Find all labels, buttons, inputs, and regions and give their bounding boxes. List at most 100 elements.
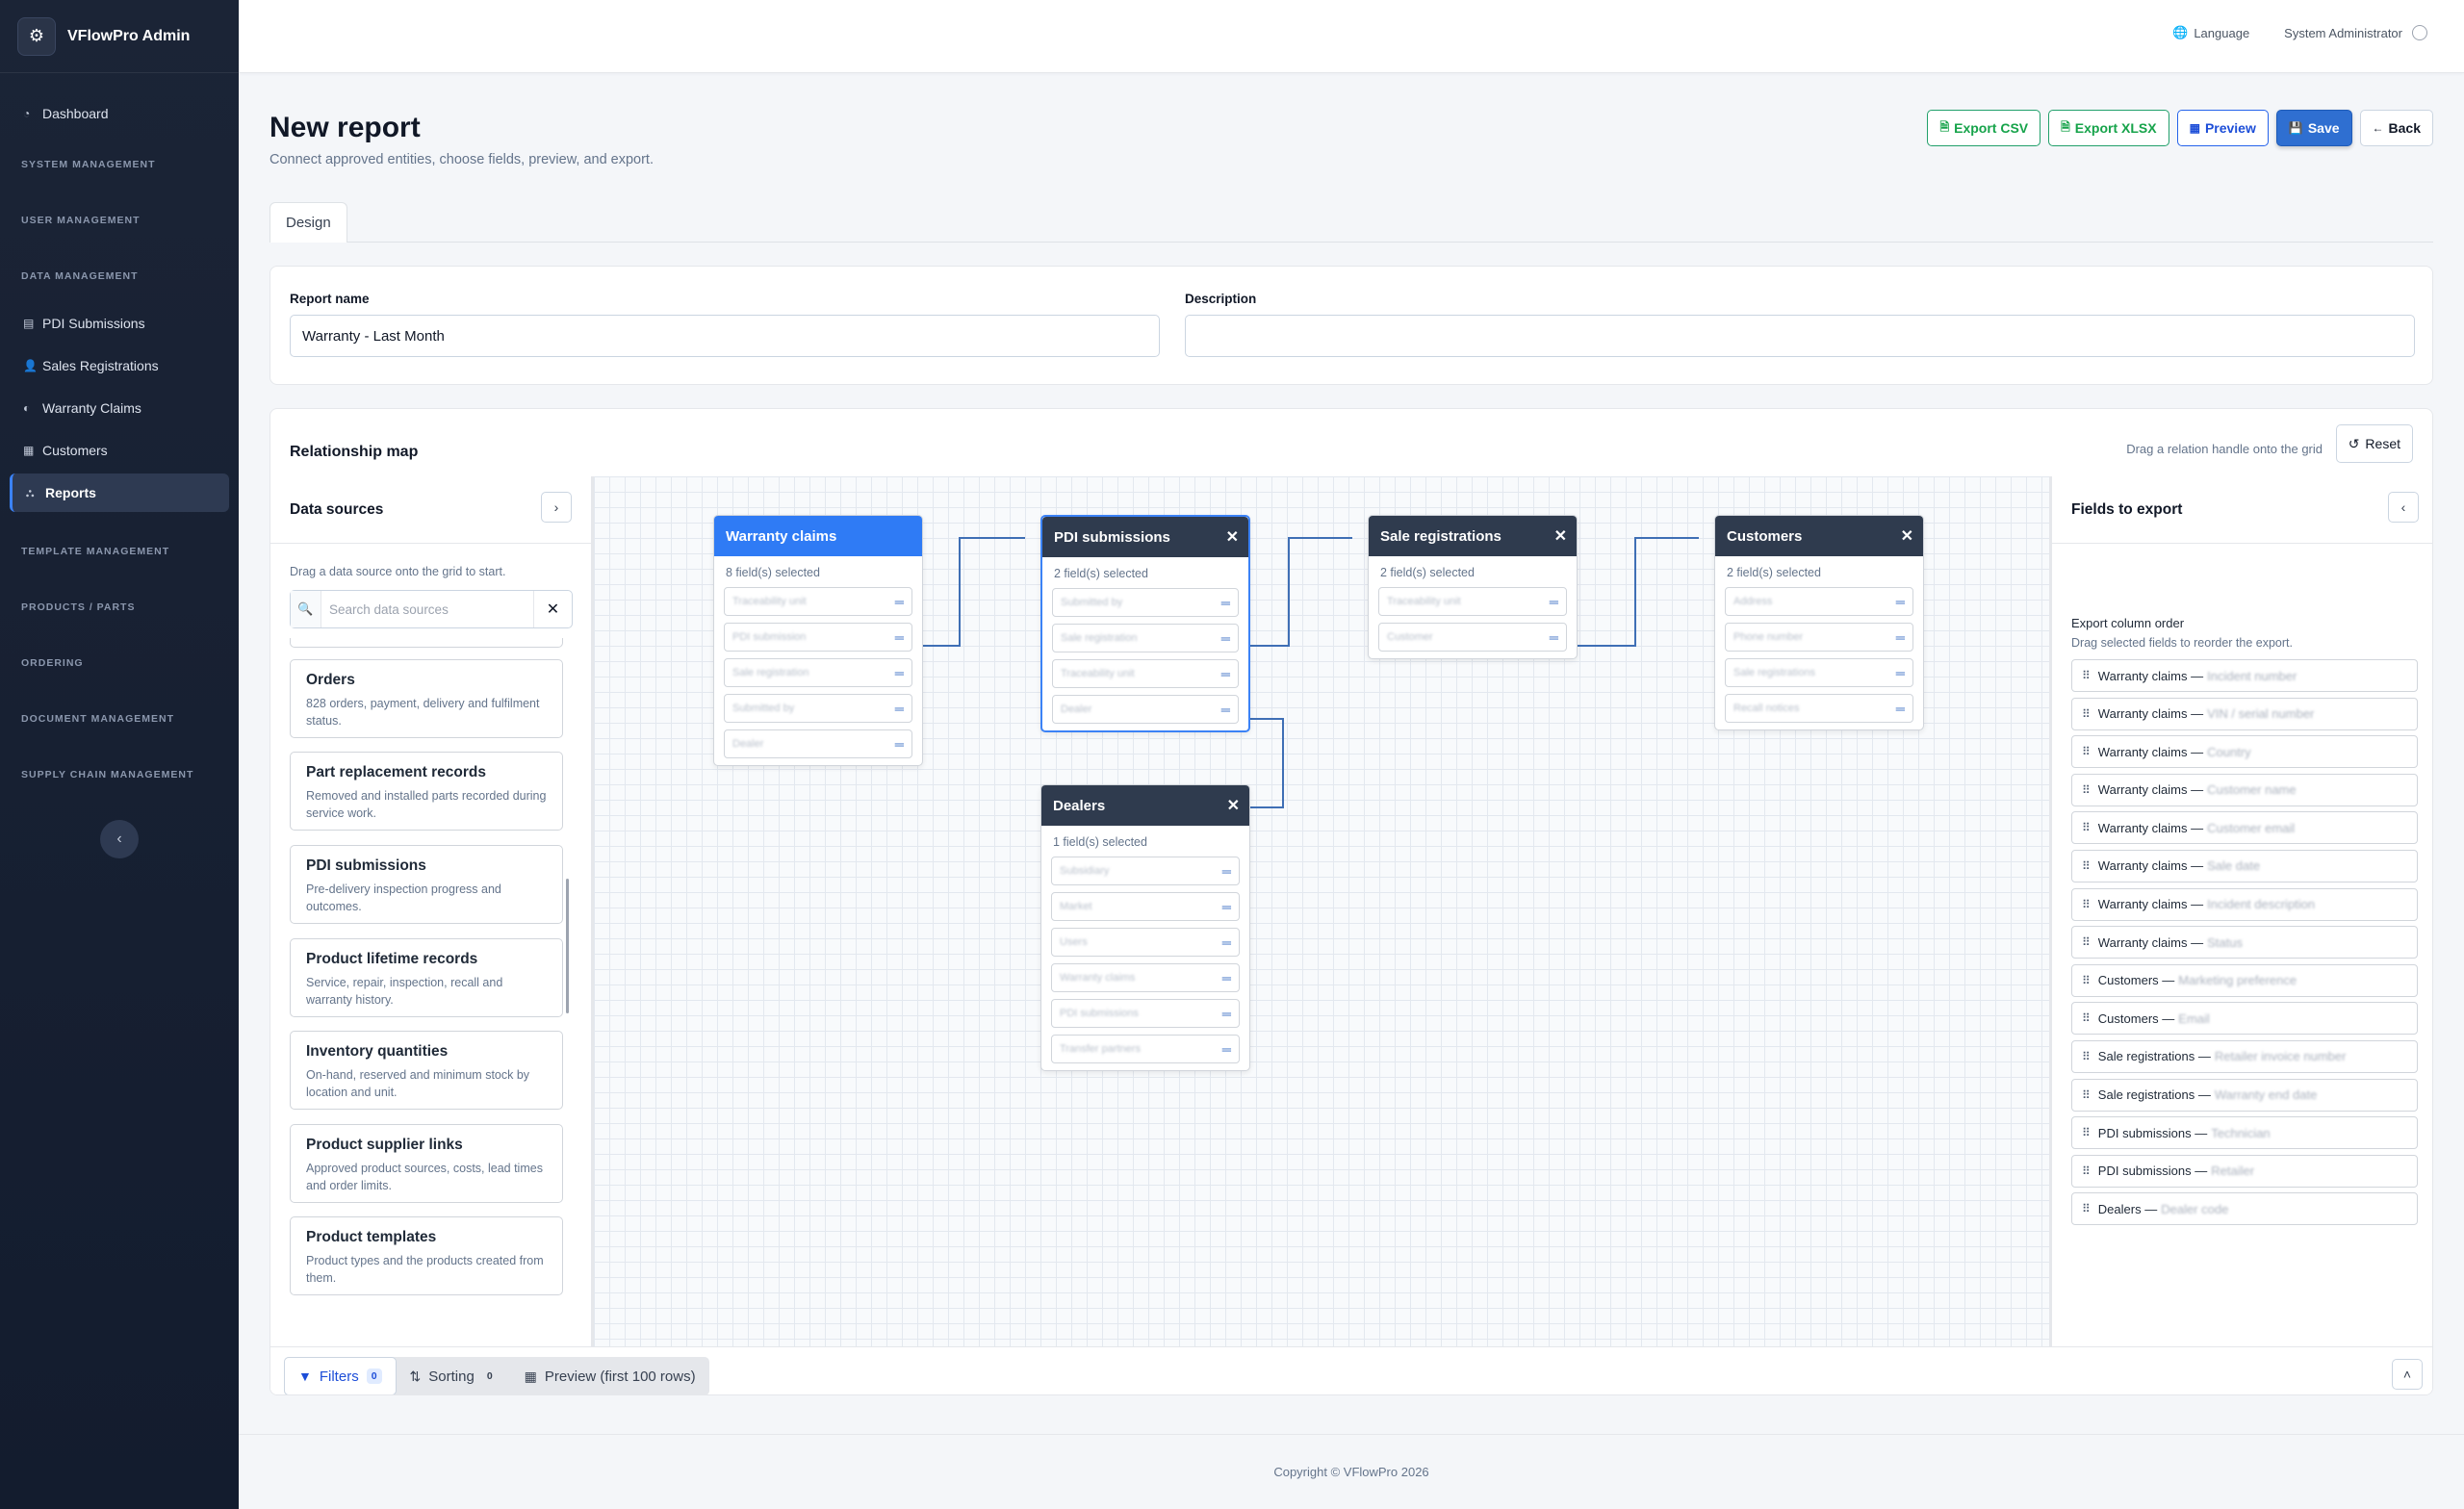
data-sources-collapse-button[interactable]: › [541, 492, 572, 523]
export-field-item[interactable]: ⠿ Warranty claims — Status [2071, 926, 2418, 959]
data-source-orders[interactable]: Orders 828 orders, payment, delivery and … [290, 659, 563, 738]
entity-pdi-submissions[interactable]: PDI submissions ✕ 2 field(s) selected Sub… [1040, 515, 1250, 732]
export-field-item[interactable]: ⠿ Dealers — Dealer code [2071, 1192, 2418, 1226]
export-field-item[interactable]: ⠿ Warranty claims — Incident description [2071, 887, 2418, 921]
data-source-product-templates[interactable]: Product templates Product types and the p… [290, 1216, 563, 1295]
grip-icon[interactable]: ⠿ [2082, 974, 2091, 987]
entity-field[interactable]: Subsidiary ═ [1051, 857, 1240, 885]
section-system-management[interactable]: SYSTEM MANAGEMENT [10, 137, 229, 192]
entity-customers[interactable]: Customers ✕ 2 field(s) selected Address ═ … [1714, 515, 1924, 730]
grip-icon[interactable]: ⠿ [2082, 707, 2091, 721]
fields-to-export-collapse-button[interactable]: ‹ [2388, 492, 2419, 523]
grip-icon[interactable]: ⠿ [2082, 1050, 2091, 1063]
grip-icon[interactable]: ⠿ [2082, 1088, 2091, 1102]
drag-handle-icon[interactable]: ═ [1550, 630, 1558, 645]
drag-handle-icon[interactable]: ═ [1222, 1042, 1231, 1057]
export-field-item[interactable]: ⠿ Warranty claims — Sale date [2071, 849, 2418, 882]
grip-icon[interactable]: ⠿ [2082, 1202, 2091, 1215]
close-icon[interactable]: ✕ [1227, 796, 1240, 815]
entity-field[interactable]: Traceability unit ═ [1052, 659, 1239, 688]
entity-field[interactable]: Dealer ═ [724, 729, 912, 758]
entity-field[interactable]: Customer ═ [1378, 623, 1567, 652]
sidebar-item-sales-registrations[interactable]: 👤 Sales Registrations [10, 346, 229, 385]
data-source-product-lifetime-records[interactable]: Product lifetime records Service, repair,… [290, 938, 563, 1017]
section-template-management[interactable]: TEMPLATE MANAGEMENT [10, 524, 229, 579]
back-button[interactable]: ← Back [2359, 110, 2433, 146]
drag-handle-icon[interactable]: ═ [1896, 666, 1905, 680]
entity-header[interactable]: Customers ✕ [1715, 516, 1923, 556]
description-input[interactable] [1185, 315, 2415, 357]
entity-field[interactable]: Recall notices ═ [1725, 694, 1913, 723]
export-field-item[interactable]: ⠿ PDI submissions — Retailer [2071, 1154, 2418, 1188]
drag-handle-icon[interactable]: ═ [1221, 703, 1230, 717]
data-source-product-supplier-links[interactable]: Product supplier links Approved product s… [290, 1124, 563, 1203]
entity-field[interactable]: Sale registration ═ [1052, 624, 1239, 652]
drag-handle-icon[interactable]: ═ [1221, 596, 1230, 610]
export-field-item[interactable]: ⠿ Warranty claims — Customer email [2071, 811, 2418, 845]
entity-header[interactable]: Dealers ✕ [1041, 785, 1249, 826]
grip-icon[interactable]: ⠿ [2082, 859, 2091, 873]
entity-dealers[interactable]: Dealers ✕ 1 field(s) selected Subsidiary ═… [1040, 784, 1250, 1071]
drag-handle-icon[interactable]: ═ [1221, 631, 1230, 646]
drag-handle-icon[interactable]: ═ [1222, 900, 1231, 914]
grip-icon[interactable]: ⠿ [2082, 1164, 2091, 1178]
entity-field[interactable]: Submitted by ═ [724, 694, 912, 723]
save-button[interactable]: 💾 Save [2275, 110, 2352, 146]
scrollbar-thumb[interactable] [566, 879, 569, 1013]
drag-handle-icon[interactable]: ═ [1896, 630, 1905, 645]
grip-icon[interactable]: ⠿ [2082, 783, 2091, 797]
tab-filters[interactable]: ▼ Filters 0 [284, 1357, 397, 1394]
close-icon[interactable]: ✕ [1901, 526, 1913, 546]
export-xlsx-button[interactable]: 🗎 Export XLSX [2048, 110, 2169, 146]
sidebar-item-reports[interactable]: ⛬ Reports [10, 473, 229, 512]
entity-field[interactable]: Market ═ [1051, 892, 1240, 921]
data-source-part-replacement-records[interactable]: Part replacement records Removed and inst… [290, 752, 563, 831]
search-input[interactable]: Search data sources [321, 591, 533, 627]
clear-search-button[interactable]: ✕ [533, 591, 572, 627]
export-field-item[interactable]: ⠿ Warranty claims — Country [2071, 735, 2418, 769]
sidebar-item-warranty-claims[interactable]: ◐ Warranty Claims [10, 389, 229, 427]
export-field-item[interactable]: ⠿ Warranty claims — Incident number [2071, 659, 2418, 692]
entity-header[interactable]: Sale registrations ✕ [1369, 516, 1577, 556]
grip-icon[interactable]: ⠿ [2082, 1011, 2091, 1025]
preview-button[interactable]: ▦ Preview [2176, 110, 2269, 146]
drag-handle-icon[interactable]: ═ [1222, 971, 1231, 985]
export-field-item[interactable]: ⠿ PDI submissions — Technician [2071, 1116, 2418, 1150]
section-user-management[interactable]: USER MANAGEMENT [10, 192, 229, 248]
sidebar-collapse-button[interactable]: ‹ [100, 820, 139, 858]
entity-field[interactable]: Traceability unit ═ [1378, 587, 1567, 616]
relationship-canvas[interactable]: Warranty claims 8 field(s) selected Trac… [594, 476, 2049, 1346]
export-field-item[interactable]: ⠿ Sale registrations — Retailer invoice nu… [2071, 1039, 2418, 1073]
report-name-input[interactable]: Warranty - Last Month [290, 315, 1160, 357]
grip-icon[interactable]: ⠿ [2082, 745, 2091, 758]
export-field-item[interactable]: ⠿ Customers — Email [2071, 1002, 2418, 1036]
drag-handle-icon[interactable]: ═ [1222, 1007, 1231, 1021]
data-source-pdi-submissions[interactable]: PDI submissions Pre-delivery inspection p… [290, 845, 563, 924]
data-source-inventory-quantities[interactable]: Inventory quantities On-hand, reserved an… [290, 1031, 563, 1110]
reset-button[interactable]: ↺ Reset [2335, 424, 2413, 463]
language-selector[interactable]: 🌐 Language [2167, 25, 2249, 40]
entity-sale-registrations[interactable]: Sale registrations ✕ 2 field(s) selected … [1368, 515, 1578, 659]
entity-field[interactable]: Transfer partners ═ [1051, 1035, 1240, 1063]
drag-handle-icon[interactable]: ═ [895, 702, 904, 716]
drag-handle-icon[interactable]: ═ [1896, 595, 1905, 609]
export-csv-button[interactable]: 🗎 Export CSV [1927, 110, 2041, 146]
entity-header[interactable]: Warranty claims [714, 516, 922, 556]
entity-field[interactable]: Sale registration ═ [724, 658, 912, 687]
entity-field[interactable]: Warranty claims ═ [1051, 963, 1240, 992]
drag-handle-icon[interactable]: ═ [1222, 935, 1231, 950]
entity-field[interactable]: Address ═ [1725, 587, 1913, 616]
brand[interactable]: ⚙ VFlowPro Admin [0, 0, 239, 73]
drag-handle-icon[interactable]: ═ [1222, 864, 1231, 879]
export-field-item[interactable]: ⠿ Warranty claims — Customer name [2071, 773, 2418, 806]
grip-icon[interactable]: ⠿ [2082, 1126, 2091, 1139]
entity-field[interactable]: Sale registrations ═ [1725, 658, 1913, 687]
drag-handle-icon[interactable]: ═ [895, 630, 904, 645]
close-icon[interactable]: ✕ [1226, 527, 1239, 547]
export-field-item[interactable]: ⠿ Customers — Marketing preference [2071, 963, 2418, 997]
drag-handle-icon[interactable]: ═ [895, 666, 904, 680]
drag-handle-icon[interactable]: ═ [1896, 702, 1905, 716]
export-field-item[interactable]: ⠿ Sale registrations — Warranty end date [2071, 1078, 2418, 1112]
section-ordering[interactable]: ORDERING [10, 635, 229, 691]
drag-handle-icon[interactable]: ═ [1221, 667, 1230, 681]
